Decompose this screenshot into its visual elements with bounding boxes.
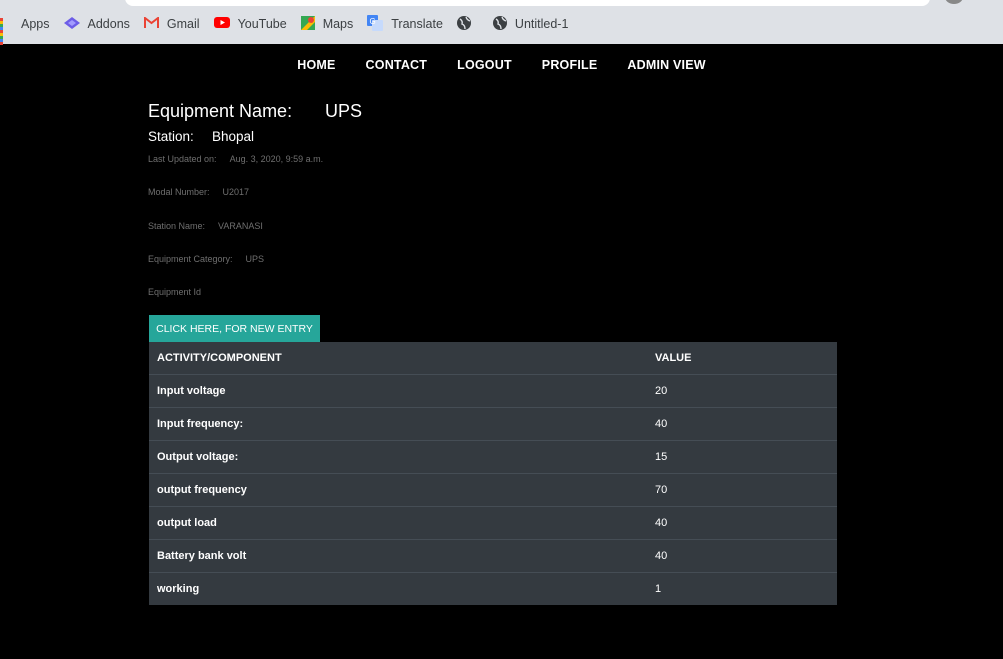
bookmark-apps[interactable]: Apps xyxy=(0,17,50,45)
browser-bookmarks-bar: Apps Addons Gmail YouTube Maps G Transla… xyxy=(0,0,1003,45)
last-updated-value: Aug. 3, 2020, 9:59 a.m. xyxy=(229,154,324,164)
nav-admin-view[interactable]: ADMIN VIEW xyxy=(627,58,705,72)
nav-profile[interactable]: PROFILE xyxy=(542,58,598,72)
value-cell: 40 xyxy=(647,539,837,573)
activity-cell: working xyxy=(149,572,647,605)
model-number-label: Modal Number: xyxy=(148,187,210,197)
globe-icon xyxy=(456,15,471,33)
gmail-icon xyxy=(143,15,159,31)
bookmark-youtube[interactable]: YouTube xyxy=(213,17,287,31)
equipment-name-label: Equipment Name: xyxy=(148,101,293,121)
bookmark-untitled[interactable]: Untitled-1 xyxy=(492,15,569,33)
model-number-line: Modal Number: U2017 xyxy=(148,187,249,197)
bookmarks-list: Apps Addons Gmail YouTube Maps G Transla… xyxy=(0,13,582,45)
activity-cell: output frequency xyxy=(149,473,647,507)
last-updated-line: Last Updated on: Aug. 3, 2020, 9:59 a.m. xyxy=(148,154,323,164)
bookmark-label: Translate xyxy=(391,17,443,31)
table-row: working 1 xyxy=(149,572,837,605)
maps-icon xyxy=(300,15,315,33)
equipment-id-label: Equipment Id xyxy=(148,287,202,297)
station-line: Station: Bhopal xyxy=(148,129,254,144)
equipment-category-value: UPS xyxy=(245,254,265,264)
station-label: Station: xyxy=(148,129,194,144)
activity-cell: Battery bank volt xyxy=(149,539,647,573)
equipment-category-label: Equipment Category: xyxy=(148,254,233,264)
table-row: output load 40 xyxy=(149,506,837,540)
address-bar[interactable] xyxy=(125,0,930,6)
bookmark-gmail[interactable]: Gmail xyxy=(143,15,200,31)
table-row: output frequency 70 xyxy=(149,473,837,507)
value-cell: 40 xyxy=(647,407,837,441)
last-updated-label: Last Updated on: xyxy=(148,154,217,164)
value-cell: 15 xyxy=(647,440,837,474)
globe-icon xyxy=(492,15,507,33)
model-number-value: U2017 xyxy=(222,187,250,197)
bookmark-label: Addons xyxy=(87,17,130,31)
table-row: Output voltage: 15 xyxy=(149,440,837,474)
bookmark-label: YouTube xyxy=(237,17,287,31)
bookmark-label: Gmail xyxy=(166,17,200,31)
equipment-name-value: UPS xyxy=(325,101,363,121)
bookmark-label: Apps xyxy=(21,17,50,31)
bookmark-addons[interactable]: Addons xyxy=(63,16,130,32)
equipment-values-table: ACTIVITY/COMPONENT VALUE Input voltage 20… xyxy=(149,342,837,605)
value-cell: 20 xyxy=(647,374,837,408)
bookmark-translate[interactable]: G Translate xyxy=(367,14,443,34)
activity-cell: Input frequency: xyxy=(149,407,647,441)
nav-home[interactable]: HOME xyxy=(297,58,335,72)
profile-avatar[interactable] xyxy=(945,0,963,4)
bookmark-label: Untitled-1 xyxy=(514,17,569,31)
station-name-label: Station Name: xyxy=(148,221,206,231)
svg-text:G: G xyxy=(370,17,376,26)
activity-cell: Output voltage: xyxy=(149,440,647,474)
translate-icon: G xyxy=(367,14,384,34)
column-header-value: VALUE xyxy=(655,352,692,364)
station-name-value: VARANASI xyxy=(218,221,263,231)
station-name-line: Station Name: VARANASI xyxy=(148,221,263,231)
nav-contact[interactable]: CONTACT xyxy=(366,58,428,72)
table-row: Battery bank volt 40 xyxy=(149,539,837,573)
activity-cell: Input voltage xyxy=(149,374,647,408)
main-nav: HOME CONTACT LOGOUT PROFILE ADMIN VIEW xyxy=(0,58,1003,72)
table-header-row: ACTIVITY/COMPONENT VALUE xyxy=(149,342,837,375)
bookmark-maps[interactable]: Maps xyxy=(300,15,354,33)
station-value: Bhopal xyxy=(212,129,255,144)
activity-cell: output load xyxy=(149,506,647,540)
equipment-category-line: Equipment Category: UPS xyxy=(148,254,264,264)
addons-icon xyxy=(63,16,80,32)
table-row: Input voltage 20 xyxy=(149,374,837,408)
value-cell: 70 xyxy=(647,473,837,507)
bookmark-globe[interactable] xyxy=(456,15,479,33)
apps-grid-icon xyxy=(0,17,13,45)
nav-logout[interactable]: LOGOUT xyxy=(457,58,512,72)
equipment-name-heading: Equipment Name: UPS xyxy=(148,101,362,122)
bookmark-label: Maps xyxy=(322,17,354,31)
equipment-id-line: Equipment Id xyxy=(148,287,201,297)
youtube-icon xyxy=(213,17,230,31)
value-cell: 40 xyxy=(647,506,837,540)
column-header-activity: ACTIVITY/COMPONENT xyxy=(157,352,282,364)
new-entry-button[interactable]: CLICK HERE, FOR NEW ENTRY xyxy=(149,315,320,342)
table-row: Input frequency: 40 xyxy=(149,407,837,441)
value-cell: 1 xyxy=(647,572,837,605)
